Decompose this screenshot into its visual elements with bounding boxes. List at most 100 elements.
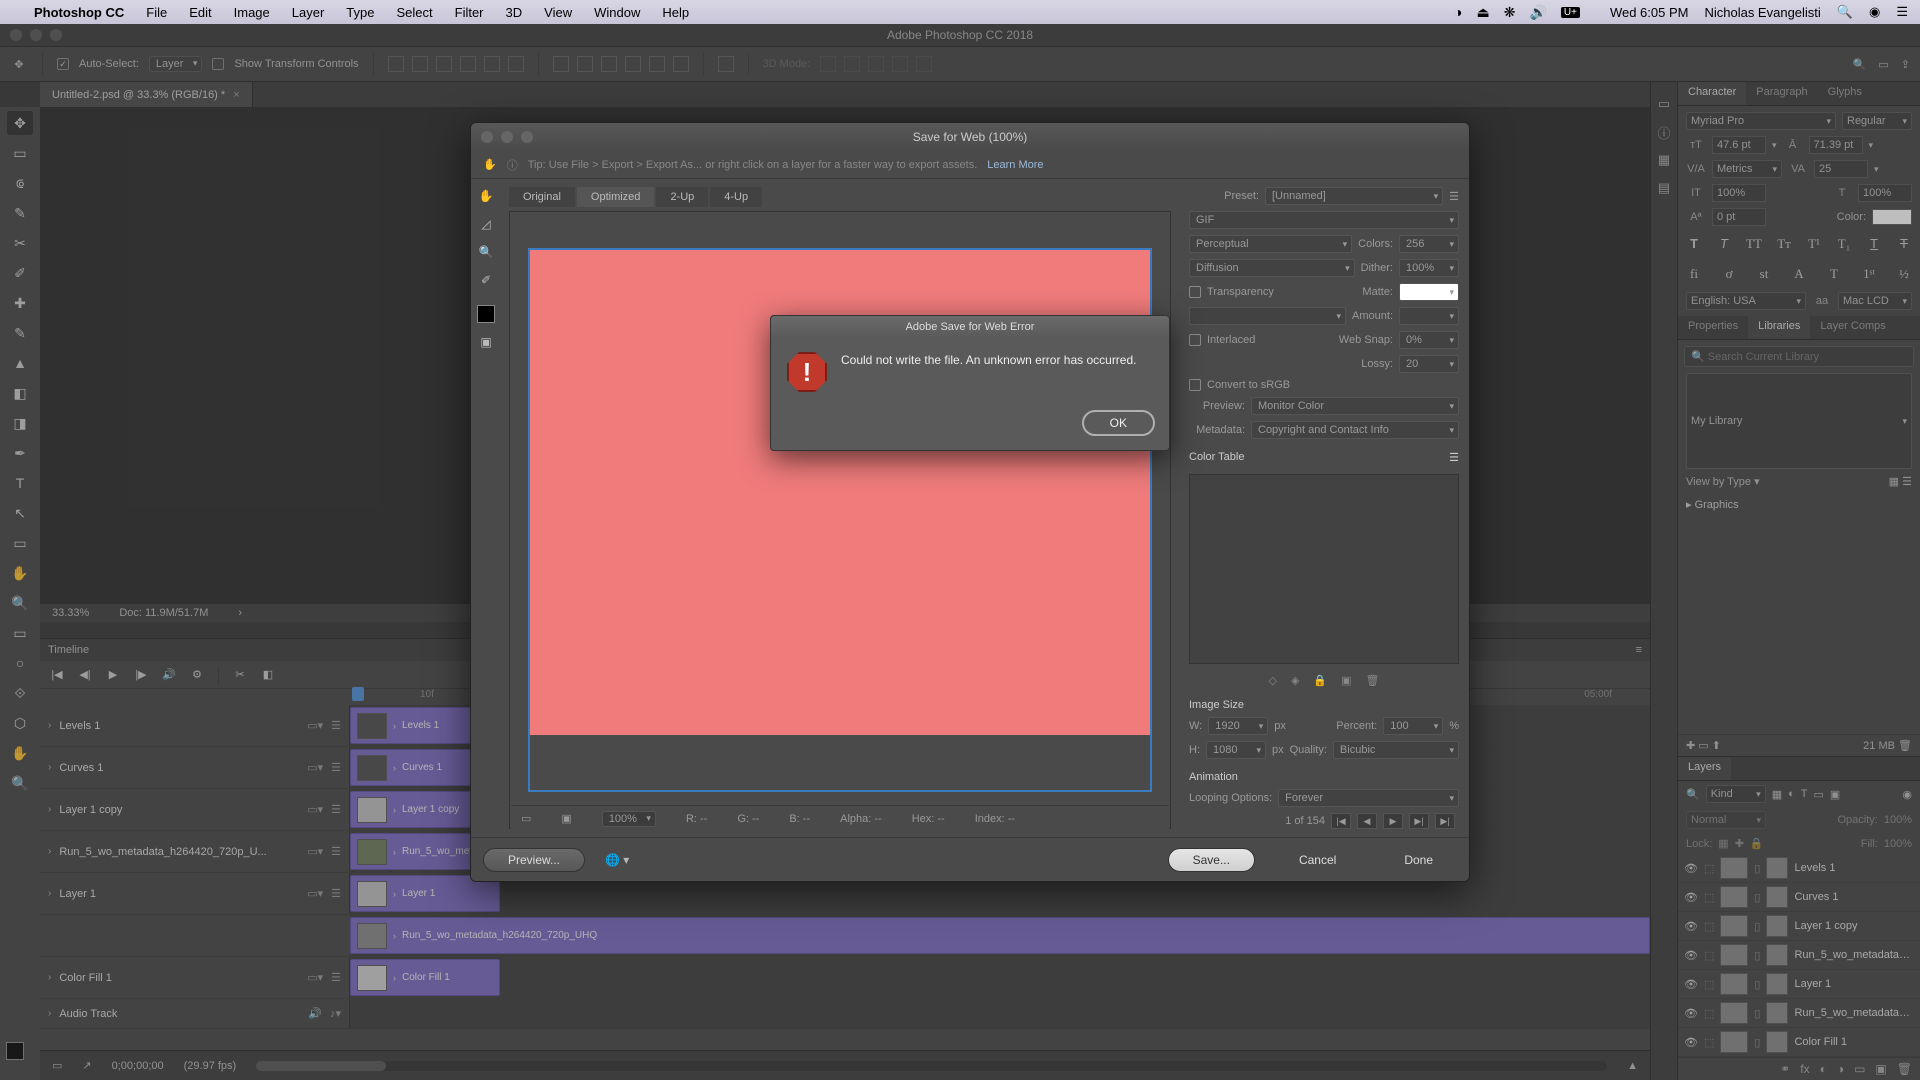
expand-track-icon[interactable]: › — [48, 972, 51, 983]
ct-btn4[interactable]: ▣ — [1341, 674, 1351, 687]
dither-select[interactable]: Diffusion — [1189, 259, 1355, 277]
upload-icon[interactable]: ⬆ — [1712, 740, 1721, 752]
fraction-button[interactable]: ½ — [1896, 266, 1912, 282]
info-icon[interactable]: ⓘ — [1654, 122, 1674, 142]
expand-track-icon[interactable]: › — [48, 888, 51, 899]
auto-select-checkbox[interactable]: ✓ — [57, 58, 69, 70]
next-frame-button[interactable]: |▶ — [134, 668, 148, 682]
opentype-button[interactable]: fi — [1686, 266, 1702, 282]
underline-button[interactable]: T — [1866, 236, 1882, 252]
menu-edit[interactable]: Edit — [189, 5, 211, 20]
doc-size-readout[interactable]: Doc: 11.9M/51.7M — [119, 607, 208, 619]
menu-window[interactable]: Window — [594, 5, 640, 20]
interlaced-checkbox[interactable] — [1189, 334, 1201, 346]
sfw-color-swatch[interactable] — [477, 305, 495, 323]
pen-tool[interactable]: ✒ — [7, 441, 33, 465]
color-swatch[interactable] — [6, 1042, 34, 1070]
hand2-tool[interactable]: ✋ — [7, 741, 33, 765]
layer-name[interactable]: Layer 1 — [1794, 978, 1914, 990]
visibility-icon[interactable]: 👁 — [1684, 1007, 1698, 1020]
sfw-tab-4up[interactable]: 4-Up — [710, 187, 762, 207]
marquee-tool[interactable]: ▭ — [7, 141, 33, 165]
status-chevron[interactable]: › — [238, 607, 242, 619]
visibility-icon[interactable]: 👁 — [1684, 1036, 1698, 1049]
hscale[interactable]: 100% — [1858, 184, 1912, 202]
transition-button[interactable]: ◧ — [261, 668, 275, 682]
vscale[interactable]: 100% — [1712, 184, 1766, 202]
dither-value[interactable]: 100% — [1399, 259, 1459, 277]
go-start-button[interactable]: |◀ — [50, 668, 64, 682]
ct-btn1[interactable]: ◇ — [1268, 674, 1276, 687]
track-menu-icon[interactable]: ☰ — [331, 971, 341, 984]
export-icon[interactable]: ↗ — [82, 1059, 91, 1072]
menu-layer[interactable]: Layer — [292, 5, 325, 20]
preview-button[interactable]: Preview... — [483, 848, 585, 872]
clip[interactable]: ›Run_5_wo_metadata_h264420_720p_UHQ — [350, 917, 1650, 954]
distribute-buttons[interactable] — [553, 56, 689, 72]
track-menu-icon[interactable]: ☰ — [331, 719, 341, 732]
settings-button[interactable]: ⚙ — [190, 668, 204, 682]
viewby-label[interactable]: View by Type — [1686, 476, 1751, 488]
font-family[interactable]: Myriad Pro — [1686, 112, 1836, 130]
eraser-tool[interactable]: ◧ — [7, 381, 33, 405]
ellipse-tool[interactable]: ○ — [7, 651, 33, 675]
sfw-hand-tool[interactable]: ✋ — [477, 187, 495, 205]
gradient-tool[interactable]: ◨ — [7, 411, 33, 435]
colors-input[interactable]: 256 — [1399, 235, 1459, 253]
layer-filter-kind[interactable]: Kind — [1706, 785, 1766, 803]
link-icon[interactable]: ⬚ — [1704, 862, 1714, 875]
tab-character[interactable]: Character — [1678, 82, 1746, 105]
tab-glyphs[interactable]: Glyphs — [1818, 82, 1872, 105]
zoom-tool[interactable]: 🔍 — [7, 591, 33, 615]
visibility-icon[interactable]: 👁 — [1684, 862, 1698, 875]
split-button[interactable]: ✂ — [233, 668, 247, 682]
zoom-slider[interactable] — [256, 1061, 1607, 1071]
play-frames-button[interactable]: ▶ — [1383, 813, 1403, 829]
baseline[interactable]: 0 pt — [1712, 208, 1766, 226]
link-icon[interactable]: ⬚ — [1704, 949, 1714, 962]
layer-name[interactable]: Run_5_wo_metadata_h... — [1794, 949, 1914, 961]
visibility-icon[interactable]: 👁 — [1684, 920, 1698, 933]
ok-button[interactable]: OK — [1082, 410, 1155, 436]
first-frame-button[interactable]: |◀ — [1331, 813, 1351, 829]
play-button[interactable]: ▶ — [106, 668, 120, 682]
track-extras-icon[interactable]: ▭▾ — [307, 803, 323, 816]
expand-track-icon[interactable]: › — [48, 846, 51, 857]
artboard-tool[interactable]: ▭ — [7, 621, 33, 645]
status-icon[interactable]: ◑ — [1454, 4, 1462, 20]
visibility-icon[interactable]: 👁 — [1684, 978, 1698, 991]
link-icon[interactable]: ⬚ — [1704, 1007, 1714, 1020]
siri-icon[interactable]: ◉ — [1869, 4, 1880, 20]
tab-properties[interactable]: Properties — [1678, 316, 1748, 339]
subscript-button[interactable]: T₁ — [1836, 236, 1852, 252]
allcaps-button[interactable]: TT — [1746, 236, 1762, 252]
group-icon[interactable]: ▭ — [1854, 1062, 1865, 1076]
opacity-value[interactable]: 100% — [1884, 814, 1912, 826]
track-extras-icon[interactable]: ▭▾ — [307, 845, 323, 858]
transparency-checkbox[interactable] — [1189, 286, 1201, 298]
playhead[interactable] — [352, 687, 364, 701]
alt-button[interactable]: A — [1791, 266, 1807, 282]
quick-select-tool[interactable]: ✎ — [7, 201, 33, 225]
kerning[interactable]: Metrics — [1712, 160, 1782, 178]
smallcaps-button[interactable]: Tᴛ — [1776, 236, 1792, 252]
close-tab-icon[interactable]: × — [233, 89, 239, 101]
clip[interactable]: ›Curves 1 — [350, 749, 480, 786]
layer-row[interactable]: 👁⬚▯Layer 1 copy — [1678, 912, 1920, 941]
learn-more-link[interactable]: Learn More — [987, 159, 1043, 171]
ct-btn2[interactable]: ◈ — [1291, 674, 1299, 687]
track-extras-icon[interactable]: ▭▾ — [307, 719, 323, 732]
layer-name[interactable]: Levels 1 — [1794, 862, 1914, 874]
list-view-icon[interactable]: ☰ — [1902, 476, 1912, 488]
library-search[interactable]: 🔍 Search Current Library — [1684, 346, 1914, 367]
sfw-eyedropper-tool[interactable]: ✐ — [477, 271, 495, 289]
expand-track-icon[interactable]: › — [48, 762, 51, 773]
graphics-folder[interactable]: Graphics — [1695, 499, 1739, 511]
new-layer-icon[interactable]: ▣ — [1875, 1062, 1886, 1076]
cancel-button[interactable]: Cancel — [1275, 849, 1360, 871]
layer-name[interactable]: Layer 1 copy — [1794, 920, 1914, 932]
menu-image[interactable]: Image — [234, 5, 270, 20]
transform-checkbox[interactable] — [212, 58, 224, 70]
track-extras-icon[interactable]: ▭▾ — [307, 761, 323, 774]
render-icon[interactable]: ▭ — [52, 1059, 62, 1072]
